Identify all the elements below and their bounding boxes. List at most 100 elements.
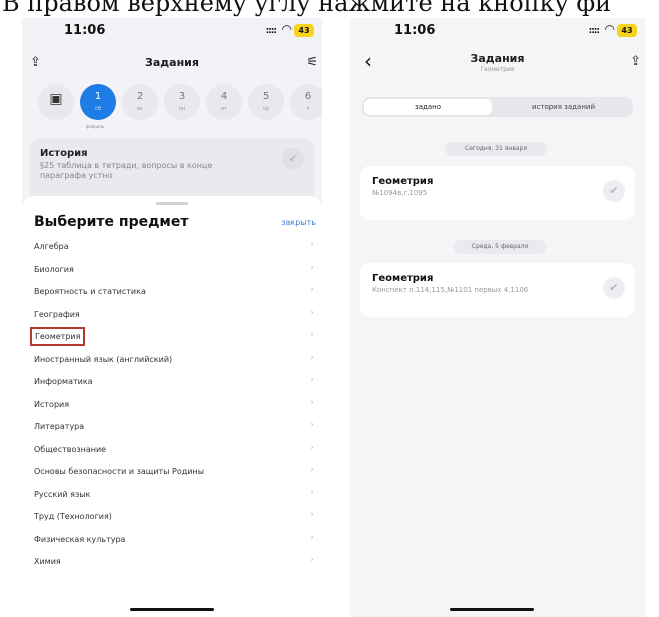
task-description: §25 таблица в тетради, вопросы в конце п… [40,161,213,180]
subject-item[interactable]: Химия › [22,551,322,574]
day-weekday: пн [178,106,186,112]
subject-item[interactable]: Информатика › [22,371,322,394]
date-separator: Среда, 5 февраля [454,240,546,254]
chevron-right-icon: › [310,285,314,295]
signal-icon: :::: [265,26,277,36]
status-time: 11:06 [64,23,106,38]
subject-label: Геометрия [30,327,86,346]
instruction-caption: В правом верхнему углу нажмите на кнопку… [2,0,612,17]
chevron-right-icon: › [310,442,314,453]
day-item-5[interactable]: 5 ср [248,84,284,120]
chevron-right-icon: › [310,397,314,408]
subject-item[interactable]: Труд (Технология) › [22,506,322,529]
chevron-right-icon: › [310,465,314,475]
chevron-right-icon: › [310,262,314,273]
subject-label: Обществознание [34,444,107,454]
checkmark-icon[interactable]: ✔ [603,277,625,299]
chevron-right-icon: › [310,420,314,430]
close-button[interactable]: закрыть [281,218,316,227]
wifi-icon: ◠ [281,22,292,36]
calendar-icon[interactable]: ▣ [38,84,74,120]
tab-history[interactable]: история заданий [496,99,631,115]
task-title: Геометрия [372,273,434,284]
day-number: 4 [220,91,228,102]
header: ⇪ Задания ⚟ [22,48,322,82]
page-title: Задания [145,56,199,69]
subject-label: Вероятность и статистика [34,287,146,296]
chevron-right-icon: › [310,330,314,340]
sheet-grabber[interactable] [156,202,188,205]
signal-icon: :::: [588,26,600,36]
day-item-4[interactable]: 4 вт [206,84,242,120]
day-weekday: вт [221,106,227,112]
subject-label: Физическая культура [34,534,126,544]
battery-icon: 43 [617,24,637,37]
task-card[interactable]: История §25 таблица в тетради, вопросы в… [30,138,314,204]
checkmark-icon[interactable]: ✔ [603,180,625,202]
day-item-1[interactable]: 1 сб [80,84,116,120]
subject-label: Информатика [34,377,93,386]
subject-item[interactable]: Геометрия › [22,326,322,349]
subject-label: Основы безопасности и защиты Родины [34,467,205,476]
page-title: Задания [470,52,525,65]
subject-label: География [34,309,80,319]
tab-assigned[interactable]: задано [364,99,492,115]
subject-item[interactable]: Иностранный язык (английский) › [22,349,322,372]
subject-item[interactable]: История › [22,394,322,417]
status-time: 11:06 [394,23,436,38]
chevron-right-icon: › [310,352,314,363]
subject-label: Труд (Технология) [34,512,112,521]
chevron-right-icon: › [310,375,314,385]
subject-item[interactable]: Литература › [22,416,322,439]
header: ‹ Задания Геометрия ⇪ [350,48,645,88]
subject-item[interactable]: Русский язык › [22,484,322,507]
sheet-title: Выберите предмет [34,214,189,230]
status-bar: 11:06 :::: ◠ 43 [22,18,322,48]
day-item-2[interactable]: 2 вс [122,84,158,120]
day-number: 2 [136,91,144,102]
home-indicator [450,608,534,611]
subject-item[interactable]: Алгебра › [22,236,322,259]
day-number: 1 [94,91,102,102]
subject-label: Химия [34,557,61,566]
day-item-6[interactable]: 6 ч [290,84,322,120]
task-description: Конспект п.114,115,№1101 первых 4,1106 [372,286,529,294]
sliders-icon[interactable]: ⚟ [306,55,318,70]
subject-item[interactable]: Основы безопасности и защиты Родины › [22,461,322,484]
day-number: 3 [178,91,186,102]
day-weekday: вс [137,106,143,112]
chevron-right-icon: › [310,240,314,250]
share-icon[interactable]: ⇪ [630,54,641,69]
subject-item[interactable]: Биология › [22,259,322,282]
chevron-right-icon: › [310,532,314,543]
checkmark-icon[interactable]: ✔ [282,148,304,170]
task-card[interactable]: Геометрия Конспект п.114,115,№1101 первы… [360,263,635,317]
battery-icon: 43 [294,24,314,37]
task-title: История [40,148,88,159]
subject-picker-sheet: Выберите предмет закрыть Алгебра › Биологи… [22,196,322,617]
subject-label: Иностранный язык (английский) [34,354,173,364]
chevron-right-icon: › [310,307,314,318]
wifi-icon: ◠ [604,22,615,36]
segmented-control: задано история заданий [362,97,633,117]
day-weekday: сб [95,106,101,112]
subject-label: Алгебра [34,242,69,251]
subject-label: Русский язык [34,489,91,499]
chevron-right-icon: › [310,555,314,565]
task-card[interactable]: Геометрия №1094в,г,1095 ✔ [360,166,635,220]
subject-item[interactable]: Обществознание › [22,439,322,462]
subject-item[interactable]: География › [22,304,322,327]
subject-item[interactable]: Физическая культура › [22,529,322,552]
task-description: №1094в,г,1095 [372,189,428,197]
date-separator: Сегодня, 31 января [445,142,547,156]
day-weekday: ср [263,106,269,112]
status-bar: 11:06 :::: ◠ 43 [350,18,645,48]
right-screen: 11:06 :::: ◠ 43 ‹ Задания Геометрия ⇪ за… [350,18,645,617]
day-strip: ▣ 1 сб 2 вс 3 пн 4 вт 5 ср 6 ч февраль [30,84,322,130]
subject-label: Литература [34,422,85,431]
chevron-right-icon: › [310,487,314,498]
subject-label: История [34,399,70,409]
subject-item[interactable]: Вероятность и статистика › [22,281,322,304]
day-item-3[interactable]: 3 пн [164,84,200,120]
subject-list: Алгебра › Биология › Вероятность и статистик… [22,236,322,574]
